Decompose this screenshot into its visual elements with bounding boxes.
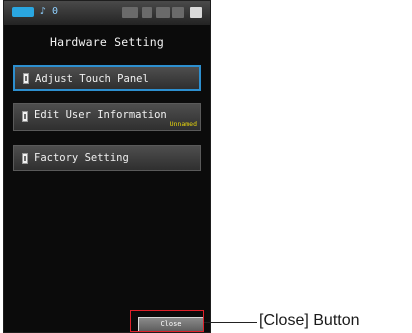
user-name-value: Unnamed — [169, 120, 197, 128]
status-icon-4 — [172, 7, 184, 18]
menu-item-label: Edit User Information — [34, 109, 167, 121]
callout-leader-line — [204, 322, 257, 323]
close-button-callout: [Close] Button — [259, 312, 360, 329]
status-icon-2 — [142, 7, 152, 18]
menu-item-label: Factory Setting — [34, 152, 129, 164]
adjust-touch-panel-button[interactable]: Adjust Touch Panel — [13, 65, 201, 91]
page-title: Hardware Setting — [50, 35, 164, 49]
close-button-highlight — [130, 310, 204, 332]
status-mode-text: ♪ 0 — [40, 6, 59, 17]
factory-setting-button[interactable]: Factory Setting — [13, 145, 201, 171]
menu-item-label: Adjust Touch Panel — [35, 73, 149, 85]
document-icon — [22, 111, 28, 122]
battery-icon — [190, 7, 202, 18]
edit-user-information-button[interactable]: Edit User Information Unnamed — [13, 103, 201, 131]
status-icon-3 — [156, 7, 170, 18]
status-icon-1 — [122, 7, 138, 18]
device-screen: ♪ 0 Hardware Setting Adjust Touch Panel … — [3, 0, 211, 333]
document-icon — [22, 153, 28, 164]
status-bar: ♪ 0 — [4, 1, 210, 25]
battery-mode-indicator — [12, 7, 34, 17]
document-icon — [23, 73, 29, 84]
